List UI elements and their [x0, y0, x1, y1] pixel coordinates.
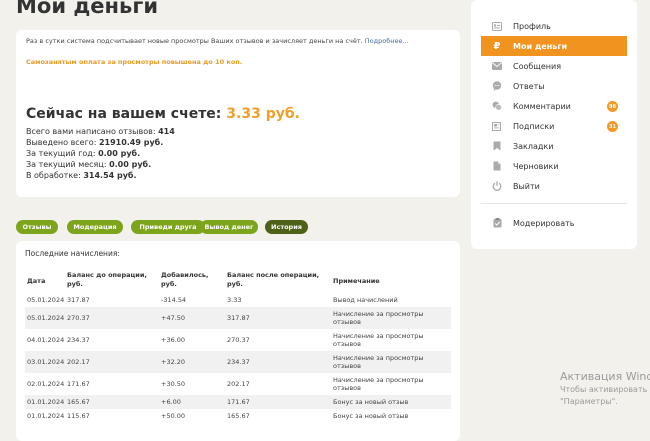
stat-month: За текущий месяц: 0.00 руб.	[26, 160, 152, 169]
stat-reviews: Всего вами написано отзывов: 414	[26, 127, 175, 136]
windows-activation-watermark: Активация Windows Чтобы активировать Win…	[560, 370, 650, 408]
balance-amount: 3.33 руб.	[226, 106, 300, 122]
ruble-icon: ₽	[493, 40, 501, 52]
news-icon	[492, 121, 502, 131]
table-row: 04.01.2024 234.37 +36.00 270.37 Начислен…	[27, 332, 424, 348]
sidebar-item-label: Подписки	[513, 121, 555, 131]
sidebar-item-label: Черновики	[513, 161, 559, 171]
sidebar-item-money[interactable]: ₽ Мои деньги	[481, 36, 627, 56]
sidebar-item-label: Профиль	[513, 21, 551, 31]
balance-label: Сейчас на вашем счете:	[26, 106, 222, 122]
table-row: 02.01.2024 171.67 +30.50 202.17 Начислен…	[27, 376, 424, 392]
tab-moderation[interactable]: Модерация	[67, 220, 123, 234]
page-title: Мои деньги	[16, 0, 159, 18]
stat-withdrawn: Выведено всего: 21910.49 руб.	[26, 138, 164, 147]
envelope-icon	[492, 61, 502, 71]
sidebar-item-label: Мои деньги	[513, 41, 568, 51]
tab-invite-friend[interactable]: Приведи друга	[131, 220, 205, 234]
stats-list: Всего вами написано отзывов: 414 Выведен…	[26, 126, 175, 181]
col-added: Добавилось, руб.	[161, 271, 209, 288]
speech-bubble-icon	[492, 81, 502, 91]
sidebar-item-label: Сообщения	[513, 61, 562, 71]
comments-icon	[492, 101, 502, 111]
sidebar-item-answers[interactable]: Ответы	[481, 76, 627, 96]
history-card: Последние начисления: Дата Баланс до опе…	[16, 241, 460, 441]
info-note: Раз в сутки система подсчитывает новые п…	[26, 37, 409, 45]
activation-line-2: "Параметры".	[560, 397, 618, 406]
activation-line-1: Чтобы активировать Windows,	[560, 385, 650, 394]
sidebar-item-moderate[interactable]: Модерировать	[481, 213, 627, 233]
sidebar-item-profile[interactable]: Профиль	[481, 16, 627, 36]
sidebar-item-label: Выйти	[513, 181, 540, 191]
sidebar-item-logout[interactable]: Выйти	[481, 176, 627, 196]
col-note: Примечание	[333, 277, 380, 285]
subscriptions-count-badge: 31	[607, 121, 618, 132]
sidebar-item-label: Комментарии	[513, 101, 571, 111]
history-table-header: Дата Баланс до операции, руб. Добавилось…	[25, 271, 451, 293]
tab-reviews[interactable]: Отзывы	[16, 220, 58, 234]
check-clipboard-icon	[492, 218, 502, 228]
table-row: 01.01.2024 165.67 +6.00 171.67 Бонус за …	[25, 395, 451, 409]
sidebar-item-subscriptions[interactable]: Подписки 31	[481, 116, 627, 136]
balance-heading: Сейчас на вашем счете: 3.33 руб.	[26, 106, 300, 122]
stat-year: За текущий год: 0.00 руб.	[26, 149, 141, 158]
col-balance-after: Баланс после операции, руб.	[227, 271, 320, 288]
sidebar-item-drafts[interactable]: Черновики	[481, 156, 627, 176]
sidebar-item-bookmarks[interactable]: Закладки	[481, 136, 627, 156]
history-title: Последние начисления:	[25, 249, 120, 258]
table-row: 01.01.2024 115.67 +50.00 165.67 Бонус за…	[27, 412, 409, 420]
sidebar-item-messages[interactable]: Сообщения	[481, 56, 627, 76]
promo-notice: Самозанятым оплата за просмотры повышена…	[26, 58, 243, 66]
sidebar-item-comments[interactable]: Комментарии 98	[481, 96, 627, 116]
more-link[interactable]: Подробнее...	[365, 37, 409, 45]
draft-icon	[492, 161, 502, 171]
sidebar-divider	[481, 203, 627, 204]
tab-history[interactable]: История	[265, 220, 308, 234]
sidebar-item-label: Закладки	[513, 141, 554, 151]
table-row: 05.01.2024 270.37 +47.50 317.87 Начислен…	[25, 307, 451, 329]
sidebar-item-label: Модерировать	[513, 218, 575, 228]
bookmark-icon	[492, 141, 502, 151]
info-note-text: Раз в сутки система подсчитывает новые п…	[26, 37, 363, 45]
stat-processing: В обработке: 314.54 руб.	[26, 171, 137, 180]
comments-count-badge: 98	[607, 101, 618, 112]
power-icon	[492, 181, 502, 191]
activation-title: Активация Windows	[560, 370, 650, 383]
balance-info-card: Раз в сутки система подсчитывает новые п…	[16, 30, 460, 197]
col-balance-before: Баланс до операции, руб.	[67, 271, 147, 288]
sidebar-item-label: Ответы	[513, 81, 545, 91]
table-row: 05.01.2024 317.87 -314.54 3.33 Вывод нач…	[27, 296, 398, 304]
table-row: 03.01.2024 202.17 +32.20 234.37 Начислен…	[25, 351, 451, 373]
tab-withdraw[interactable]: Вывод денег	[200, 220, 258, 234]
user-sidebar: Профиль ₽ Мои деньги Сообщения Ответы Ко…	[471, 0, 637, 249]
col-date: Дата	[27, 277, 46, 285]
profile-card-icon	[492, 21, 502, 31]
